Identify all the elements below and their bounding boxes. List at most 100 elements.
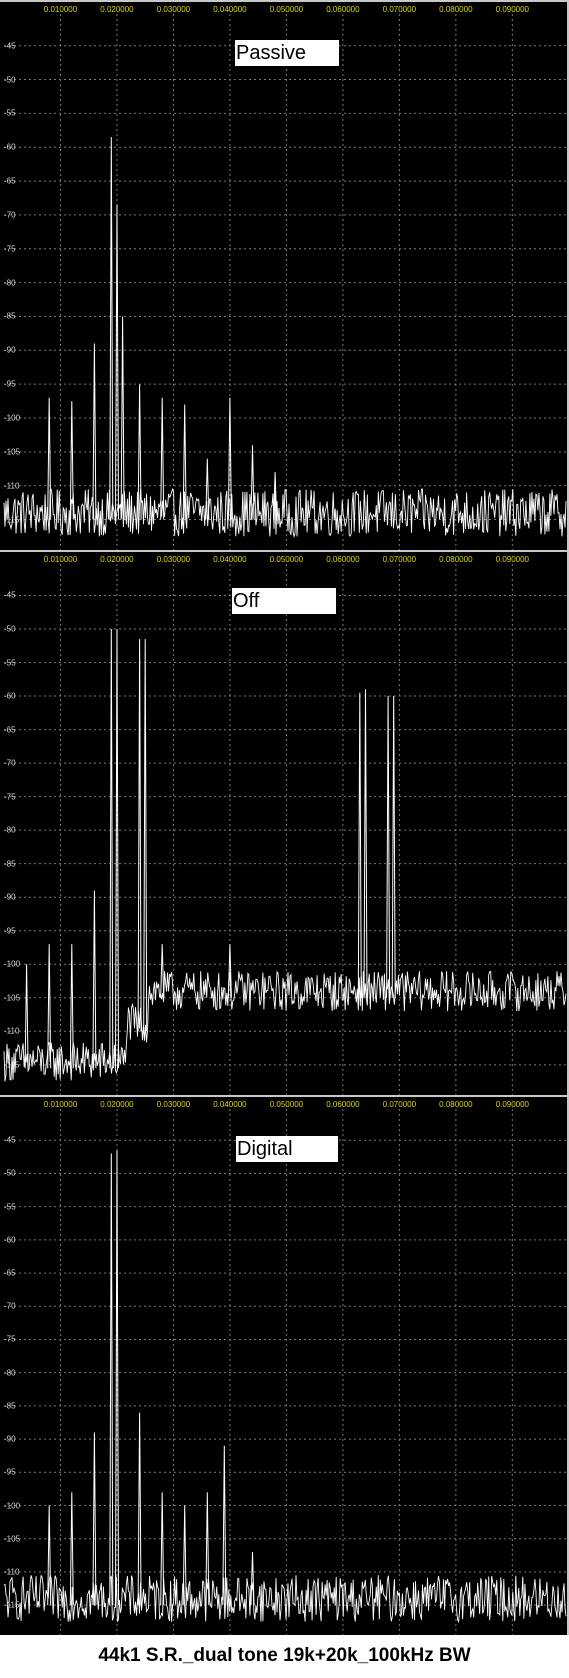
y-tick-label: -115 — [4, 1600, 20, 1610]
x-tick-label: 0.020000 — [100, 5, 134, 14]
x-tick-label: 0.010000 — [43, 1100, 78, 1109]
y-tick-label: -75 — [4, 244, 16, 254]
x-tick-label: 0.060000 — [326, 1100, 360, 1109]
x-tick-label: 0.060000 — [326, 5, 360, 14]
x-tick-label: 0.030000 — [156, 1100, 191, 1109]
y-tick-label: -110 — [4, 481, 20, 491]
x-tick-label: 0.070000 — [382, 1100, 417, 1109]
y-tick-label: -45 — [4, 1135, 16, 1145]
spectral-peak — [92, 890, 97, 1069]
noise-trace — [3, 487, 567, 539]
spectral-peak — [357, 692, 362, 998]
y-tick-label: -105 — [4, 993, 21, 1003]
x-tick-label: 0.020000 — [100, 555, 134, 564]
spectral-peak — [182, 1505, 187, 1606]
y-tick-label: -45 — [4, 41, 16, 51]
y-tick-label: -70 — [4, 1301, 16, 1311]
y-tick-label: -75 — [4, 792, 16, 802]
y-tick-label: -90 — [4, 892, 16, 902]
spectrum-plot-digital — [3, 1109, 567, 1635]
spectral-peak — [137, 639, 142, 1032]
y-tick-label: -100 — [4, 959, 21, 969]
y-tick-label: -115 — [4, 515, 20, 525]
x-tick-label: 0.060000 — [326, 555, 360, 564]
spectral-peak — [47, 397, 52, 520]
spectral-peak — [115, 1150, 119, 1606]
spectrum-panel-off: Off 0.010000 0.020000 0.030000 0.040000 0.05… — [0, 550, 569, 1095]
spectral-peak — [109, 1153, 114, 1606]
x-tick-label: 0.090000 — [495, 5, 530, 14]
spectral-peak — [69, 944, 74, 1069]
y-tick-label: -55 — [4, 1202, 16, 1212]
x-tick-label: 0.090000 — [495, 1100, 530, 1109]
y-tick-label: -70 — [4, 210, 16, 220]
y-tick-label: -90 — [4, 345, 16, 355]
spectral-peak — [92, 343, 97, 520]
spectrum-panel-passive: Passive 0.010000 0.020000 0.030000 0.040000… — [0, 0, 569, 550]
y-tick-label: -45 — [4, 590, 16, 600]
x-tick-label: 0.030000 — [156, 555, 191, 564]
x-tick-label: 0.050000 — [269, 555, 304, 564]
y-tick-label: -105 — [4, 1534, 21, 1544]
y-tick-label: -85 — [4, 1401, 16, 1411]
spectral-peak — [137, 1412, 142, 1606]
x-tick-label: 0.080000 — [439, 555, 473, 564]
y-tick-label: -115 — [4, 1060, 20, 1070]
y-tick-label: -80 — [4, 825, 16, 835]
y-tick-label: -100 — [4, 1501, 21, 1510]
panel-label-off: Off — [232, 588, 336, 614]
spectral-peak — [160, 1492, 165, 1606]
y-tick-label: -65 — [4, 1268, 16, 1278]
spectral-peak — [143, 639, 148, 1032]
x-tick-label: 0.010000 — [43, 555, 78, 564]
spectral-peak — [115, 204, 119, 520]
x-tick-label: 0.080000 — [439, 5, 473, 14]
y-tick-label: -95 — [4, 379, 16, 389]
y-tick-label: -50 — [4, 624, 16, 634]
x-tick-label: 0.010000 — [43, 5, 78, 14]
panel-label-digital: Digital — [236, 1136, 338, 1162]
y-tick-label: -85 — [4, 311, 16, 321]
y-tick-label: -50 — [4, 1168, 16, 1178]
y-tick-label: -55 — [4, 658, 16, 668]
y-tick-label: -80 — [4, 278, 16, 288]
x-tick-label: 0.050000 — [269, 5, 304, 14]
spectrum-panel-digital: Digital 0.010000 0.020000 0.030000 0.040000… — [0, 1095, 569, 1635]
x-tick-label: 0.040000 — [213, 5, 247, 14]
spectral-peak — [109, 137, 114, 520]
x-tick-label: 0.090000 — [495, 555, 530, 564]
x-tick-label: 0.050000 — [269, 1100, 304, 1109]
spectral-peak — [109, 628, 114, 1069]
y-tick-label: -80 — [4, 1368, 16, 1378]
spectral-peak — [250, 1551, 255, 1606]
x-tick-label: 0.040000 — [213, 555, 247, 564]
spectrum-plot-off — [3, 564, 567, 1095]
x-tick-label: 0.080000 — [439, 1100, 473, 1109]
spectral-peak — [24, 964, 29, 1069]
y-tick-label: -60 — [4, 1235, 16, 1245]
panel-label-passive: Passive — [235, 40, 339, 66]
spectral-peak — [386, 695, 391, 998]
y-tick-label: -50 — [4, 75, 16, 85]
x-tick-label: 0.070000 — [382, 5, 417, 14]
spectral-peak — [120, 316, 125, 520]
x-tick-label: 0.070000 — [382, 555, 417, 564]
x-tick-label: 0.040000 — [213, 1100, 247, 1109]
spectral-peak — [47, 1505, 52, 1606]
y-tick-label: -55 — [4, 108, 16, 118]
y-tick-label: -60 — [4, 691, 16, 701]
y-tick-label: -105 — [4, 447, 21, 457]
y-tick-label: -65 — [4, 176, 16, 186]
spectral-peak — [363, 689, 368, 998]
y-tick-label: -100 — [4, 413, 21, 423]
spectral-peak — [160, 944, 165, 998]
y-tick-label: -65 — [4, 725, 16, 735]
spectral-peak — [115, 628, 119, 1069]
y-tick-label: -95 — [4, 926, 16, 936]
spectral-peak — [92, 1432, 97, 1606]
noise-trace — [3, 1573, 567, 1624]
x-tick-label: 0.030000 — [156, 5, 191, 14]
y-tick-label: -90 — [4, 1434, 16, 1444]
spectrum-plot-passive — [3, 14, 567, 550]
y-tick-label: -110 — [4, 1567, 20, 1577]
